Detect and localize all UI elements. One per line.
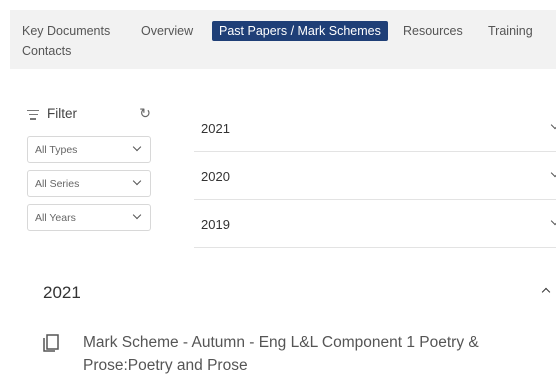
series-select-value: All Series [35,178,80,190]
types-select[interactable]: All Types [27,136,151,163]
chevron-down-icon [550,120,556,130]
chevron-down-icon [132,142,142,152]
types-select-value: All Types [35,144,78,156]
tab-overview[interactable]: Overview [141,23,193,39]
chevron-up-icon[interactable] [541,287,551,297]
tab-bar: Key Documents Overview Past Papers / Mar… [10,10,556,69]
expanded-year-title: 2021 [43,283,81,302]
copy-document-icon[interactable] [43,334,59,352]
chevron-down-icon [550,168,556,178]
year-row-2019[interactable]: 2019 [194,200,556,248]
filter-icon [27,110,39,120]
filter-header: Filter ↻ [27,105,151,124]
year-row-2020[interactable]: 2020 [194,152,556,200]
filter-label: Filter [47,106,77,121]
tab-contacts[interactable]: Contacts [22,43,71,59]
tab-resources[interactable]: Resources [403,23,463,39]
tab-past-papers-mark-schemes[interactable]: Past Papers / Mark Schemes [212,21,388,41]
chevron-down-icon [132,176,142,186]
years-select[interactable]: All Years [27,204,151,231]
tab-key-documents[interactable]: Key Documents [22,23,110,39]
years-select-value: All Years [35,212,76,224]
series-select[interactable]: All Series [27,170,151,197]
document-link[interactable]: Mark Scheme - Autumn - Eng L&L Component… [83,331,533,374]
year-label: 2020 [201,169,230,184]
year-label: 2021 [201,121,230,136]
refresh-icon[interactable]: ↻ [139,105,151,122]
chevron-down-icon [550,216,556,226]
tab-training[interactable]: Training [488,23,533,39]
year-row-2021[interactable]: 2021 [194,104,556,152]
chevron-down-icon [132,210,142,220]
year-label: 2019 [201,217,230,232]
